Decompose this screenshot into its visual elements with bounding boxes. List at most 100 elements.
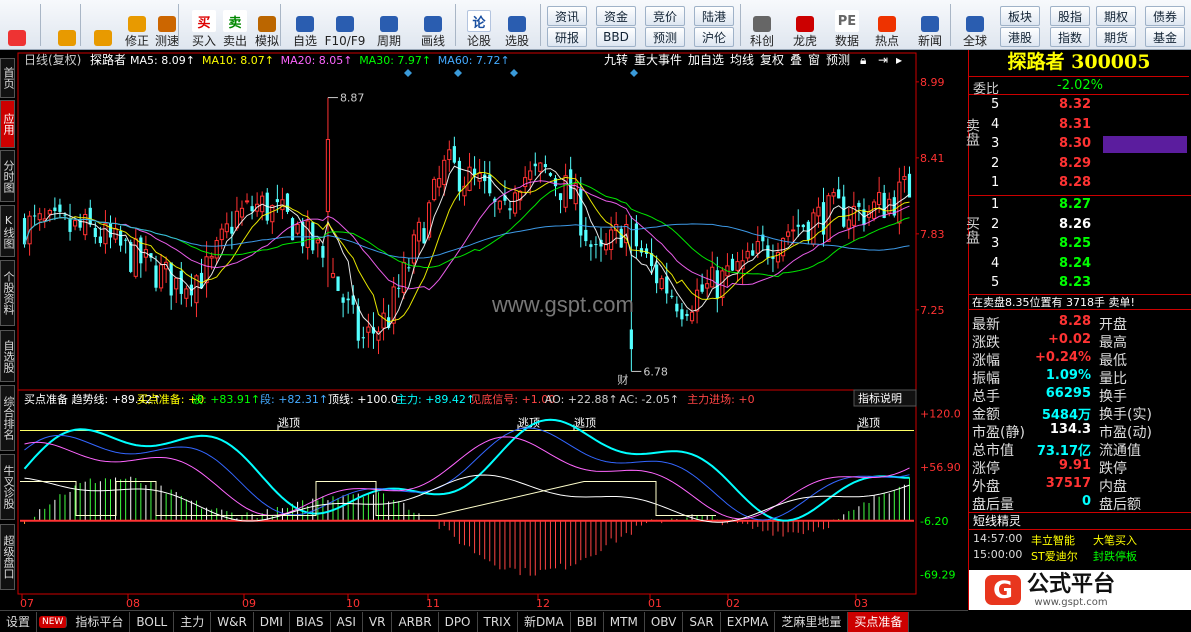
indicator-tab[interactable]: OBV bbox=[645, 611, 684, 632]
toolbar-grid-button[interactable]: 股指 bbox=[1050, 6, 1090, 26]
indicator-tab[interactable]: MTM bbox=[604, 611, 645, 632]
stat-label-2: 换手(实) bbox=[1099, 407, 1152, 423]
toolbar-grid-button[interactable]: 期货 bbox=[1096, 27, 1136, 47]
toolbar-button-数据[interactable]: PE 数据 bbox=[830, 2, 864, 48]
indicator-tab[interactable]: ARBR bbox=[392, 611, 439, 632]
toolbar-button-app-logo[interactable] bbox=[2, 2, 32, 48]
toolbar-grid-button[interactable]: 资讯 bbox=[547, 6, 587, 26]
stat-value: 73.17亿 bbox=[1036, 444, 1091, 459]
toolbar-grid-button[interactable]: BBD bbox=[596, 27, 636, 47]
indicator-tab[interactable]: SAR bbox=[683, 611, 721, 632]
indicator-tab[interactable]: ASI bbox=[331, 611, 363, 632]
toolbar-button-买入[interactable]: 买买入 bbox=[187, 2, 221, 48]
left-nav-item[interactable]: K线图 bbox=[0, 205, 15, 257]
candle-body bbox=[108, 223, 113, 238]
indicator-tab[interactable]: 新DMA bbox=[518, 611, 571, 632]
left-nav-item[interactable]: 首页 bbox=[0, 58, 15, 98]
chart-tool-button[interactable]: 九转 bbox=[604, 52, 628, 67]
bids-row: 1 8.27 bbox=[969, 197, 1187, 215]
toolbar-grid-button[interactable]: 陆港 bbox=[694, 6, 734, 26]
toolbar-button-修正[interactable]: 修正 bbox=[120, 2, 154, 48]
toolbar-grid-button[interactable]: 竞价 bbox=[645, 6, 685, 26]
indicator-axis-tick: -6.20 bbox=[920, 515, 948, 528]
toolbar-button-up-down-arrow[interactable] bbox=[88, 2, 118, 48]
left-nav-item[interactable]: 综合排名 bbox=[0, 385, 15, 451]
indicator-tab[interactable]: BIAS bbox=[290, 611, 331, 632]
toolbar-button-科创[interactable]: 科创 bbox=[745, 2, 779, 48]
stat-label: 最新 bbox=[972, 317, 1000, 333]
stat-row: 涨幅 +0.24% 最低 bbox=[969, 350, 1191, 369]
toolbar-button-周期[interactable]: 周期 bbox=[372, 2, 406, 48]
toolbar-grid-button[interactable]: 沪伦 bbox=[694, 27, 734, 47]
indicator-tab[interactable]: VR bbox=[363, 611, 393, 632]
flash-title[interactable]: 短线精灵 bbox=[969, 512, 1191, 530]
toolbar-button-back-arrow[interactable] bbox=[52, 2, 82, 48]
toolbar-button-选股[interactable]: 选股 bbox=[500, 2, 534, 48]
left-nav-item[interactable]: 自选股 bbox=[0, 330, 15, 382]
toolbar-button-龙虎[interactable]: 龙虎 bbox=[788, 2, 822, 48]
candle-body bbox=[700, 284, 704, 292]
chart-tool-button[interactable]: 叠 bbox=[790, 53, 802, 67]
toolbar-grid-button[interactable]: 港股 bbox=[1000, 27, 1040, 47]
chart-tool-button[interactable]: 复权 bbox=[760, 53, 784, 67]
finance-marker[interactable]: 财 bbox=[617, 372, 628, 386]
chart-tool-button[interactable]: 窗 bbox=[808, 53, 820, 67]
flash-item[interactable]: 15:00:00 ST爱迪尔 封跌停板 bbox=[969, 548, 1191, 566]
indicator-tab[interactable]: DMI bbox=[254, 611, 290, 632]
indicator-tab[interactable]: BBI bbox=[571, 611, 604, 632]
indicator-tab[interactable]: DPO bbox=[439, 611, 478, 632]
left-nav-item[interactable]: 牛叉诊股 bbox=[0, 454, 15, 520]
sell-icon: 卖 bbox=[223, 10, 247, 32]
toolbar-grid-button[interactable]: 期权 bbox=[1096, 6, 1136, 26]
toolbar-label: 数据 bbox=[834, 34, 859, 48]
chart-tool-button[interactable]: 预测 bbox=[826, 53, 850, 67]
indicator-tab[interactable]: 设置 bbox=[0, 611, 38, 632]
chart-tool-button[interactable]: 均线 bbox=[730, 53, 754, 67]
toolbar-button-模拟[interactable]: 模拟 bbox=[250, 2, 284, 48]
toolbar-grid-button[interactable]: 预测 bbox=[645, 27, 685, 47]
left-nav-item[interactable]: 超级盘口 bbox=[0, 524, 15, 590]
toolbar-grid-button[interactable]: 指数 bbox=[1050, 27, 1090, 47]
toolbar-button-新闻[interactable]: 新闻 bbox=[913, 2, 947, 48]
kline-chart-svg[interactable]: 日线(复权) 探路者 MA5: 8.09↑ MA10: 8.07↑ MA20: 8.05… bbox=[16, 50, 968, 610]
indicator-tab[interactable]: 芝麻里地量 bbox=[775, 611, 849, 632]
toolbar-button-F10/F9[interactable]: F10/F9 bbox=[325, 2, 365, 48]
stat-label-2: 跌停 bbox=[1099, 461, 1127, 477]
toolbar-grid-button[interactable]: 基金 bbox=[1145, 27, 1185, 47]
candle-body bbox=[72, 220, 78, 227]
committee-ratio-row: 委比 -2.02% bbox=[969, 76, 1189, 97]
candle-body bbox=[93, 228, 97, 238]
price: 8.23 bbox=[1059, 275, 1092, 290]
toolbar-grid-button[interactable]: 债券 bbox=[1145, 6, 1185, 26]
toolbar-grid-button[interactable]: 资金 bbox=[596, 6, 636, 26]
price-axis-tick: 8.99 bbox=[920, 76, 945, 89]
toolbar-button-自选[interactable]: 自选 bbox=[288, 2, 322, 48]
indicator-tab[interactable]: BOLL bbox=[130, 611, 175, 632]
dropdown-icon[interactable]: ▸ bbox=[896, 53, 902, 67]
left-nav-item[interactable]: 应用 bbox=[0, 100, 15, 148]
flash-time: 14:57:00 bbox=[973, 532, 1023, 545]
indicator-tab[interactable]: 主力 bbox=[174, 611, 212, 632]
indicator-tab[interactable]: W&R bbox=[211, 611, 254, 632]
indicator-tab[interactable]: 指标平台 bbox=[69, 611, 131, 632]
toolbar-button-画线[interactable]: 画线 bbox=[416, 2, 450, 48]
indicator-tab[interactable]: TRIX bbox=[478, 611, 518, 632]
speed-test-icon bbox=[158, 16, 176, 32]
stat-value: 0 bbox=[1081, 494, 1091, 509]
toolbar-button-卖出[interactable]: 卖卖出 bbox=[218, 2, 252, 48]
indicator-tab[interactable]: 买点准备 bbox=[848, 611, 910, 632]
left-nav-item[interactable]: 个股资料 bbox=[0, 260, 15, 326]
toolbar-grid-button[interactable]: 研报 bbox=[547, 27, 587, 47]
chart-tool-button[interactable]: 加自选 bbox=[688, 53, 724, 67]
indicator-tab[interactable]: EXPMA bbox=[721, 611, 776, 632]
left-nav-item[interactable]: 分时图 bbox=[0, 150, 15, 202]
toolbar-grid-button[interactable]: 板块 bbox=[1000, 6, 1040, 26]
candle-body bbox=[209, 255, 214, 259]
toolbar-button-论股[interactable]: 论论股 bbox=[462, 2, 496, 48]
lock-icon[interactable]: 🔒︎ bbox=[860, 53, 866, 67]
toolbar-button-全球[interactable]: 全球 bbox=[958, 2, 992, 48]
expand-icon[interactable]: ⇥ bbox=[878, 53, 888, 67]
toolbar-button-热点[interactable]: 热点 bbox=[870, 2, 904, 48]
indicator-tab[interactable]: NEW bbox=[39, 615, 68, 628]
chart-tool-button[interactable]: 重大事件 bbox=[634, 53, 682, 67]
